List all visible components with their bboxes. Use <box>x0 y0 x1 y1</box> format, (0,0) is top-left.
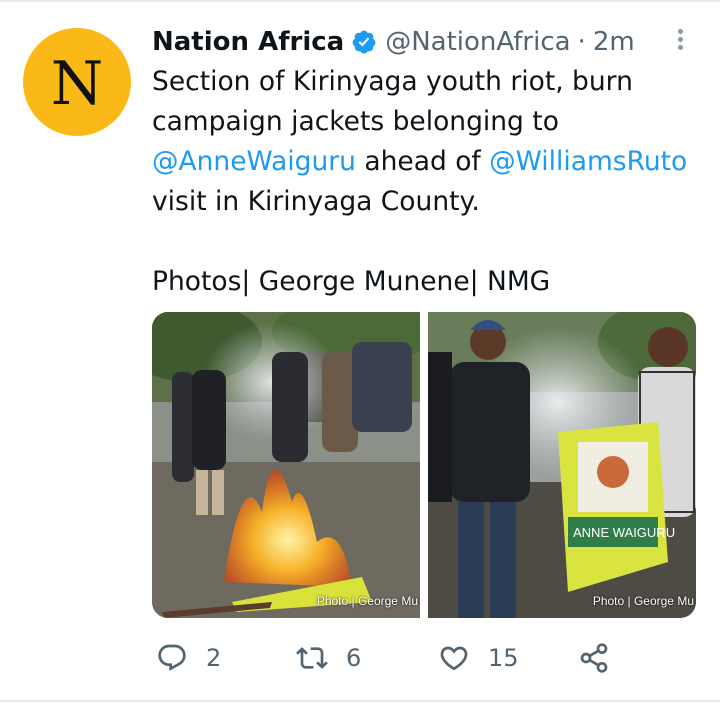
bottom-divider <box>0 700 720 702</box>
photo-credit-line: Photos| George Munene| NMG <box>152 266 551 297</box>
tweet-actions: 2 6 15 <box>152 636 672 680</box>
reply-button[interactable]: 2 <box>156 636 221 680</box>
mention-link[interactable]: @WilliamsRuto <box>489 146 687 177</box>
retweet-icon <box>296 647 328 669</box>
photo-credit: Photo | George Mu <box>592 594 694 608</box>
photo-credit: Photo | George Mu <box>316 594 418 608</box>
svg-text:ANNE WAIGURU: ANNE WAIGURU <box>573 525 675 540</box>
top-divider <box>0 0 720 2</box>
mention-link[interactable]: @AnneWaiguru <box>152 146 356 177</box>
text-line: campaign jackets belonging to <box>152 106 559 137</box>
tweet-header: Nation Africa @NationAfrica · 2m <box>152 24 635 60</box>
tweet-timestamp[interactable]: 2m <box>593 27 635 57</box>
tweet-text: Section of Kirinyaga youth riot, burn ca… <box>152 62 712 302</box>
reply-count: 2 <box>206 644 222 672</box>
avatar-logo-letter: N <box>50 49 104 119</box>
verified-badge-icon <box>352 30 376 54</box>
text-fragment: ahead of <box>355 146 490 177</box>
burning-jackets-photo <box>152 312 420 618</box>
author-handle[interactable]: @NationAfrica <box>385 27 570 57</box>
media-grid: Photo | George Mu ANNE WAIGURU Photo | G… <box>152 312 696 618</box>
like-button[interactable]: 15 <box>438 636 519 680</box>
tweet-photo-2[interactable]: ANNE WAIGURU Photo | George Mu <box>428 312 696 618</box>
text-line: visit in Kirinyaga County. <box>152 186 480 217</box>
text-line: @AnneWaiguru ahead of @WilliamsRuto <box>152 142 712 182</box>
reply-icon <box>158 644 186 671</box>
text-line: Section of Kirinyaga youth riot, burn <box>152 66 633 97</box>
tweet-photo-1[interactable]: Photo | George Mu <box>152 312 420 618</box>
like-icon <box>440 646 468 671</box>
share-icon <box>580 643 608 673</box>
separator-dot: · <box>577 27 586 57</box>
burning-banner-photo: ANNE WAIGURU <box>428 312 696 618</box>
author-name[interactable]: Nation Africa <box>152 27 344 57</box>
avatar[interactable]: N <box>23 28 131 136</box>
retweet-count: 6 <box>346 644 362 672</box>
like-count: 15 <box>488 644 519 672</box>
retweet-button[interactable]: 6 <box>296 636 361 680</box>
more-options-icon[interactable] <box>670 26 690 54</box>
share-button[interactable] <box>578 636 628 680</box>
